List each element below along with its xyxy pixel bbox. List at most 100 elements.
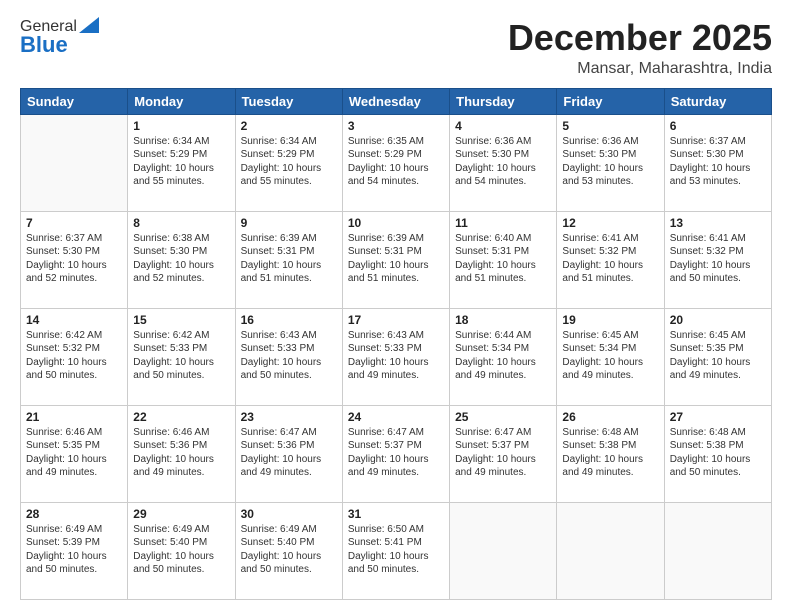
calendar-week-row: 14 Sunrise: 6:42 AM Sunset: 5:32 PM Dayli… [21, 308, 772, 405]
day-number: 19 [562, 313, 658, 327]
calendar-cell: 17Sunrise: 6:43 AM Sunset: 5:33 PM Dayli… [342, 308, 449, 405]
calendar-week-row: 28 Sunrise: 6:49 AM Sunset: 5:39 PM Dayli… [21, 502, 772, 599]
day-number: 18 [455, 313, 551, 327]
calendar-cell: 21 Sunrise: 6:46 AM Sunset: 5:35 PM Dayli… [21, 405, 128, 502]
title-block: December 2025 Mansar, Maharashtra, India [508, 18, 772, 78]
calendar-header-saturday: Saturday [664, 88, 771, 114]
logo-blue-text: Blue [20, 32, 68, 58]
calendar-cell: 18 Sunrise: 6:44 AM Sunset: 5:34 PM Dayli… [450, 308, 557, 405]
calendar-cell: 8Sunrise: 6:38 AM Sunset: 5:30 PM Daylig… [128, 211, 235, 308]
day-info: Sunrise: 6:46 AM Sunset: 5:35 PM Dayligh… [26, 426, 122, 480]
logo-icon [79, 17, 99, 33]
day-info: Sunrise: 6:49 AM Sunset: 5:40 PM Dayligh… [241, 523, 337, 577]
calendar-cell: 19 Sunrise: 6:45 AM Sunset: 5:34 PM Dayli… [557, 308, 664, 405]
day-number: 24 [348, 410, 444, 424]
calendar-cell: 24 Sunrise: 6:47 AM Sunset: 5:37 PM Dayli… [342, 405, 449, 502]
day-info: Sunrise: 6:49 AM Sunset: 5:39 PM Dayligh… [26, 523, 122, 577]
day-info: Sunrise: 6:36 AM Sunset: 5:30 PM Dayligh… [562, 135, 658, 189]
day-number: 29 [133, 507, 229, 521]
day-number: 21 [26, 410, 122, 424]
day-info: Sunrise: 6:38 AM Sunset: 5:30 PM Dayligh… [133, 232, 229, 286]
day-number: 15 [133, 313, 229, 327]
day-number: 1 [133, 119, 229, 133]
day-number: 28 [26, 507, 122, 521]
day-info: Sunrise: 6:44 AM Sunset: 5:34 PM Dayligh… [455, 329, 551, 383]
day-info: Sunrise: 6:34 AM Sunset: 5:29 PM Dayligh… [241, 135, 337, 189]
calendar-cell: 30 Sunrise: 6:49 AM Sunset: 5:40 PM Dayli… [235, 502, 342, 599]
calendar-cell: 14 Sunrise: 6:42 AM Sunset: 5:32 PM Dayli… [21, 308, 128, 405]
calendar-cell: 31Sunrise: 6:50 AM Sunset: 5:41 PM Dayli… [342, 502, 449, 599]
calendar-cell: 11Sunrise: 6:40 AM Sunset: 5:31 PM Dayli… [450, 211, 557, 308]
calendar-cell: 6 Sunrise: 6:37 AM Sunset: 5:30 PM Daylig… [664, 114, 771, 211]
day-info: Sunrise: 6:49 AM Sunset: 5:40 PM Dayligh… [133, 523, 229, 577]
calendar-cell [21, 114, 128, 211]
calendar-cell: 13 Sunrise: 6:41 AM Sunset: 5:32 PM Dayli… [664, 211, 771, 308]
calendar-cell: 23Sunrise: 6:47 AM Sunset: 5:36 PM Dayli… [235, 405, 342, 502]
day-number: 22 [133, 410, 229, 424]
day-info: Sunrise: 6:41 AM Sunset: 5:32 PM Dayligh… [670, 232, 766, 286]
day-number: 12 [562, 216, 658, 230]
day-info: Sunrise: 6:37 AM Sunset: 5:30 PM Dayligh… [670, 135, 766, 189]
calendar-header-tuesday: Tuesday [235, 88, 342, 114]
day-info: Sunrise: 6:46 AM Sunset: 5:36 PM Dayligh… [133, 426, 229, 480]
day-info: Sunrise: 6:34 AM Sunset: 5:29 PM Dayligh… [133, 135, 229, 189]
day-info: Sunrise: 6:45 AM Sunset: 5:35 PM Dayligh… [670, 329, 766, 383]
day-number: 27 [670, 410, 766, 424]
calendar-cell: 3Sunrise: 6:35 AM Sunset: 5:29 PM Daylig… [342, 114, 449, 211]
day-number: 16 [241, 313, 337, 327]
location: Mansar, Maharashtra, India [508, 60, 772, 78]
logo: General Blue [20, 18, 99, 58]
calendar-cell: 2 Sunrise: 6:34 AM Sunset: 5:29 PM Daylig… [235, 114, 342, 211]
calendar-header-row: SundayMondayTuesdayWednesdayThursdayFrid… [21, 88, 772, 114]
calendar-table: SundayMondayTuesdayWednesdayThursdayFrid… [20, 88, 772, 600]
day-info: Sunrise: 6:37 AM Sunset: 5:30 PM Dayligh… [26, 232, 122, 286]
day-info: Sunrise: 6:48 AM Sunset: 5:38 PM Dayligh… [562, 426, 658, 480]
calendar-week-row: 1 Sunrise: 6:34 AM Sunset: 5:29 PM Daylig… [21, 114, 772, 211]
calendar-cell: 16Sunrise: 6:43 AM Sunset: 5:33 PM Dayli… [235, 308, 342, 405]
day-number: 26 [562, 410, 658, 424]
day-number: 30 [241, 507, 337, 521]
day-info: Sunrise: 6:36 AM Sunset: 5:30 PM Dayligh… [455, 135, 551, 189]
day-info: Sunrise: 6:42 AM Sunset: 5:33 PM Dayligh… [133, 329, 229, 383]
calendar-cell: 15 Sunrise: 6:42 AM Sunset: 5:33 PM Dayli… [128, 308, 235, 405]
day-number: 11 [455, 216, 551, 230]
header: General Blue December 2025 Mansar, Mahar… [20, 18, 772, 78]
calendar-cell: 25 Sunrise: 6:47 AM Sunset: 5:37 PM Dayli… [450, 405, 557, 502]
calendar-cell: 20 Sunrise: 6:45 AM Sunset: 5:35 PM Dayli… [664, 308, 771, 405]
day-number: 14 [26, 313, 122, 327]
calendar-cell: 29 Sunrise: 6:49 AM Sunset: 5:40 PM Dayli… [128, 502, 235, 599]
day-info: Sunrise: 6:39 AM Sunset: 5:31 PM Dayligh… [241, 232, 337, 286]
calendar-header-wednesday: Wednesday [342, 88, 449, 114]
day-number: 13 [670, 216, 766, 230]
day-number: 10 [348, 216, 444, 230]
day-number: 4 [455, 119, 551, 133]
day-number: 20 [670, 313, 766, 327]
day-info: Sunrise: 6:42 AM Sunset: 5:32 PM Dayligh… [26, 329, 122, 383]
calendar-cell: 7Sunrise: 6:37 AM Sunset: 5:30 PM Daylig… [21, 211, 128, 308]
day-number: 2 [241, 119, 337, 133]
day-number: 6 [670, 119, 766, 133]
day-number: 31 [348, 507, 444, 521]
day-info: Sunrise: 6:43 AM Sunset: 5:33 PM Dayligh… [348, 329, 444, 383]
day-info: Sunrise: 6:47 AM Sunset: 5:36 PM Dayligh… [241, 426, 337, 480]
calendar-cell: 1 Sunrise: 6:34 AM Sunset: 5:29 PM Daylig… [128, 114, 235, 211]
day-info: Sunrise: 6:47 AM Sunset: 5:37 PM Dayligh… [455, 426, 551, 480]
calendar-cell: 26 Sunrise: 6:48 AM Sunset: 5:38 PM Dayli… [557, 405, 664, 502]
day-number: 9 [241, 216, 337, 230]
day-info: Sunrise: 6:41 AM Sunset: 5:32 PM Dayligh… [562, 232, 658, 286]
calendar-week-row: 21 Sunrise: 6:46 AM Sunset: 5:35 PM Dayli… [21, 405, 772, 502]
calendar-header-friday: Friday [557, 88, 664, 114]
calendar-cell [664, 502, 771, 599]
calendar-cell: 27Sunrise: 6:48 AM Sunset: 5:38 PM Dayli… [664, 405, 771, 502]
day-info: Sunrise: 6:47 AM Sunset: 5:37 PM Dayligh… [348, 426, 444, 480]
day-info: Sunrise: 6:45 AM Sunset: 5:34 PM Dayligh… [562, 329, 658, 383]
calendar-week-row: 7Sunrise: 6:37 AM Sunset: 5:30 PM Daylig… [21, 211, 772, 308]
day-number: 25 [455, 410, 551, 424]
calendar-header-monday: Monday [128, 88, 235, 114]
day-info: Sunrise: 6:39 AM Sunset: 5:31 PM Dayligh… [348, 232, 444, 286]
calendar-cell [557, 502, 664, 599]
calendar-cell: 12 Sunrise: 6:41 AM Sunset: 5:32 PM Dayli… [557, 211, 664, 308]
calendar-cell: 28 Sunrise: 6:49 AM Sunset: 5:39 PM Dayli… [21, 502, 128, 599]
calendar-cell: 10 Sunrise: 6:39 AM Sunset: 5:31 PM Dayli… [342, 211, 449, 308]
day-number: 5 [562, 119, 658, 133]
